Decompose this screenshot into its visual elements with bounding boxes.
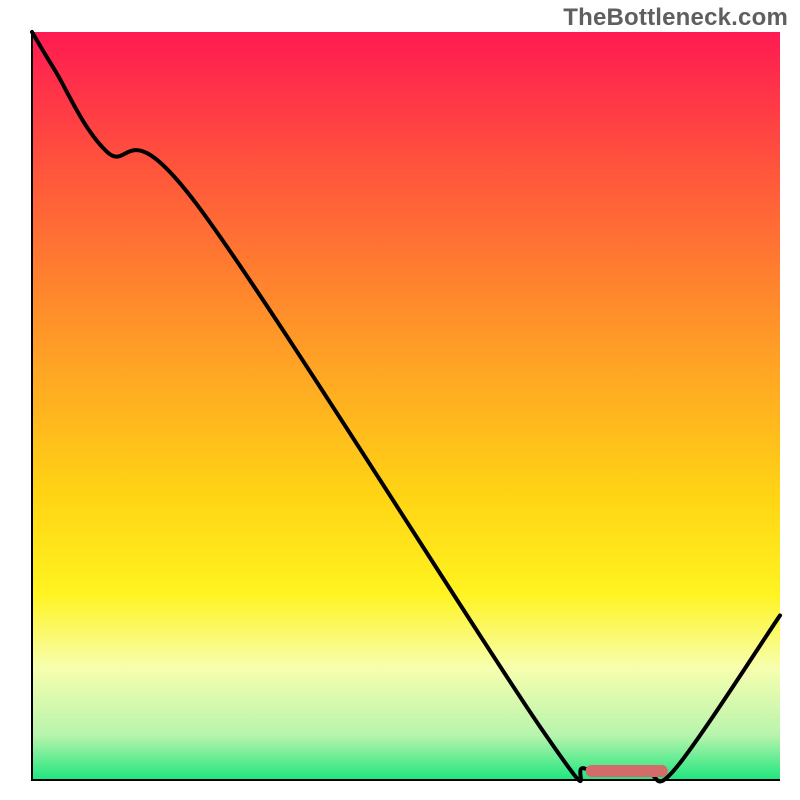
chart-svg [0,0,800,800]
bottleneck-chart: TheBottleneck.com [0,0,800,800]
gradient-panel [32,32,780,780]
watermark-label: TheBottleneck.com [563,4,788,32]
optimal-range-marker [586,765,668,777]
